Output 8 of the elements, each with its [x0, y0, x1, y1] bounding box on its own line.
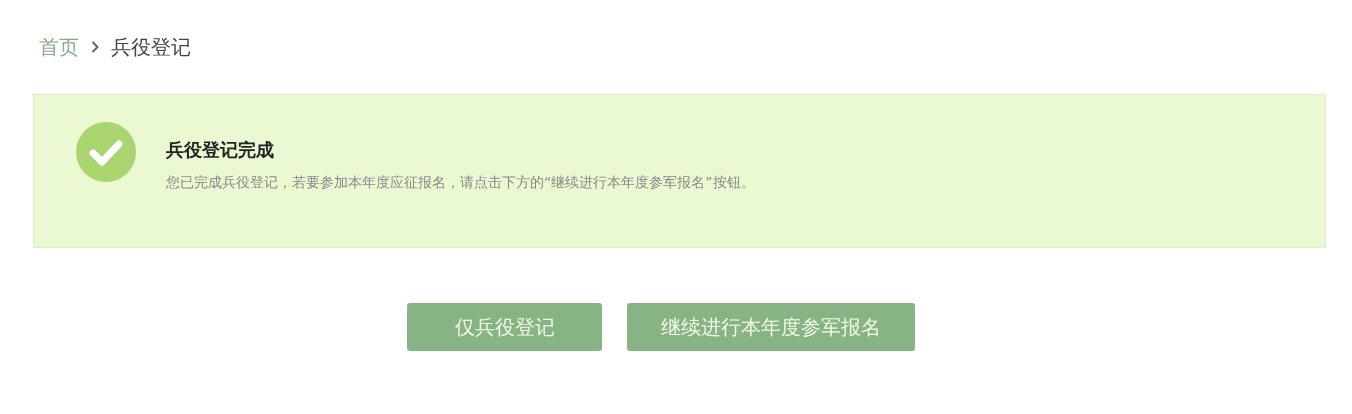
check-circle-icon [76, 122, 136, 182]
action-button[interactable]: 仅兵役登记 [407, 303, 602, 351]
chevron-right-icon [91, 41, 99, 53]
action-button[interactable]: 继续进行本年度参军报名 [627, 303, 915, 351]
notice-title: 兵役登记完成 [166, 138, 275, 162]
notice-message: 您已完成兵役登记，若要参加本年度应征报名，请点击下方的“继续进行本年度参军报名”按钮。 [166, 174, 755, 192]
breadcrumb-link[interactable]: 首页 [39, 33, 79, 61]
breadcrumb-current: 兵役登记 [111, 33, 191, 61]
